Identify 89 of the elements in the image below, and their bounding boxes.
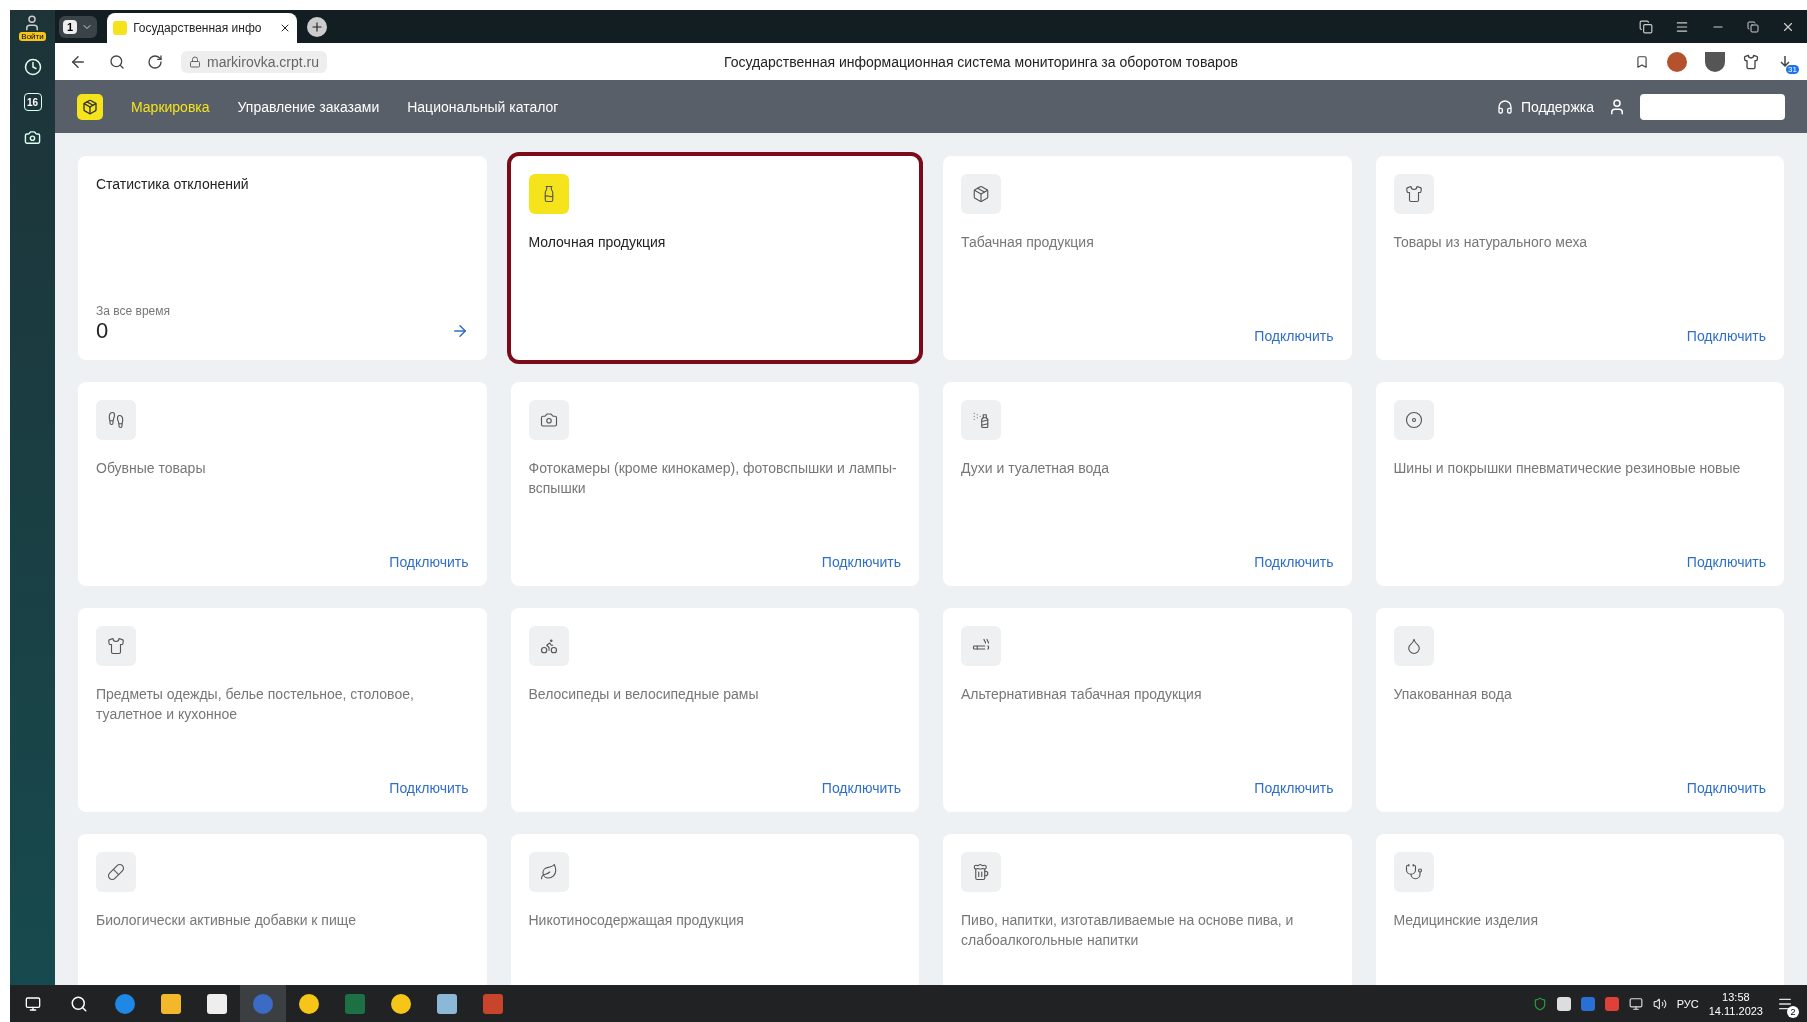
restore-icon[interactable] — [1747, 20, 1759, 33]
user-icon[interactable] — [1608, 97, 1626, 116]
plus-icon — [310, 20, 325, 34]
app-icon[interactable] — [391, 993, 411, 1014]
product-card[interactable]: Пиво, напитки, изготавливаемые на основе пива, и слабоалкогольные напитки — [943, 834, 1352, 985]
headset-icon — [1496, 98, 1513, 115]
connect-link[interactable]: Подключить — [821, 554, 901, 570]
tab-counter[interactable]: 1 — [59, 16, 98, 38]
card-title: Биологически активные добавки к пище — [96, 911, 357, 930]
search-icon[interactable] — [109, 53, 125, 70]
download-badge: 31 — [1786, 64, 1799, 74]
product-card[interactable]: Велосипеды и велосипедные рамы Подключить — [510, 608, 919, 812]
product-card[interactable]: Предметы одежды, белье постельное, столовое, туалетное и кухонное Подключить — [78, 608, 487, 812]
card-title: Молочная продукция — [528, 233, 667, 252]
card-title: Товары из натурального меха — [1393, 233, 1589, 252]
connect-link[interactable]: Подключить — [389, 780, 469, 796]
card-title: Пиво, напитки, изготавливаемые на основе пива, и слабоалкогольные напитки — [961, 911, 1295, 950]
tabs-icon[interactable] — [1639, 19, 1653, 34]
support-link[interactable]: Поддержка — [1496, 98, 1594, 115]
calendar-icon[interactable]: 16 — [23, 93, 42, 111]
reload-icon[interactable] — [147, 53, 163, 70]
tire-icon — [1404, 411, 1423, 429]
card-title: Никотиносодержащая продукция — [528, 911, 745, 930]
card-title: Шины и покрышки пневматические резиновые новые — [1393, 459, 1742, 478]
product-card[interactable]: Табачная продукция Подключить — [943, 156, 1352, 360]
product-card[interactable]: Биологически активные добавки к пище — [78, 834, 487, 985]
footprints-icon — [107, 411, 125, 429]
site-favicon — [113, 21, 128, 35]
connect-link[interactable]: Подключить — [1686, 554, 1766, 570]
product-card[interactable]: Медицинские изделия — [1375, 834, 1784, 985]
pills-icon — [107, 863, 125, 881]
page-title: Государственная информационная система мониторинга за оборотом товаров — [723, 53, 1239, 70]
card-title: Обувные товары — [96, 459, 207, 478]
product-card[interactable]: Альтернативная табачная продукция Подключить — [943, 608, 1352, 812]
tray-clock[interactable]: 13:58 14.11.2023 — [1708, 990, 1763, 1017]
connect-link[interactable]: Подключить — [389, 554, 469, 570]
shield-icon[interactable] — [1532, 996, 1547, 1011]
card-title: Упакованная вода — [1393, 685, 1513, 704]
card-title: Предметы одежды, белье постельное, столовое, туалетное и кухонное — [96, 685, 415, 724]
menu-icon[interactable] — [1675, 19, 1689, 34]
card-title: Духи и туалетная вода — [961, 459, 1110, 478]
notifications-button[interactable]: 2 — [1773, 991, 1797, 1016]
card-title: Фотокамеры (кроме кинокамер), фотовспышки и лампы-вспышки — [528, 459, 898, 498]
product-card[interactable]: Товары из натурального меха Подключить — [1375, 156, 1784, 360]
card-title: Велосипеды и велосипедные рамы — [528, 685, 760, 704]
stats-caption: За все время — [96, 304, 171, 318]
history-icon[interactable] — [23, 58, 42, 76]
connect-link[interactable]: Подключить — [1254, 328, 1334, 344]
app-icon[interactable] — [299, 993, 319, 1014]
bookmark-icon[interactable] — [1635, 54, 1649, 69]
shirt-icon — [107, 637, 125, 655]
nav-link[interactable]: Маркировка — [131, 98, 210, 115]
leaf-icon — [539, 863, 558, 881]
app-icon[interactable] — [437, 993, 457, 1014]
card-title: Медицинские изделия — [1393, 911, 1539, 930]
product-card[interactable]: Шины и покрышки пневматические резиновые новые Подключить — [1375, 382, 1784, 586]
stethoscope-icon — [1404, 863, 1423, 881]
product-card[interactable]: Никотиносодержащая продукция — [510, 834, 919, 985]
stats-value: 0 — [96, 318, 109, 344]
lock-icon — [189, 55, 201, 68]
screenshot-icon[interactable] — [24, 128, 41, 146]
tray-icon[interactable] — [1556, 996, 1571, 1011]
beer-mug-icon — [972, 863, 990, 881]
product-card[interactable]: Упакованная вода Подключить — [1375, 608, 1784, 812]
connect-link[interactable]: Подключить — [821, 780, 901, 796]
address-field[interactable]: markirovka.crpt.ru — [181, 50, 328, 73]
package-icon — [972, 185, 990, 203]
nav-link[interactable]: Управление заказами — [237, 98, 380, 115]
new-tab-button[interactable] — [307, 17, 328, 37]
product-card[interactable]: Фотокамеры (кроме кинокамер), фотовспышки и лампы-вспышки Подключить — [510, 382, 919, 586]
camera-icon — [539, 411, 558, 429]
connect-link[interactable]: Подключить — [1254, 554, 1334, 570]
connect-link[interactable]: Подключить — [1686, 328, 1766, 344]
nav-link[interactable]: Национальный каталог — [407, 98, 559, 115]
logo-icon[interactable] — [77, 93, 103, 120]
product-card[interactable]: Духи и туалетная вода Подключить — [943, 382, 1352, 586]
product-card[interactable]: Обувные товары Подключить — [78, 382, 487, 586]
browser-tab[interactable]: Государственная инфо — [107, 13, 298, 43]
connect-link[interactable]: Подключить — [1254, 780, 1334, 796]
sign-in-button[interactable]: Войти — [19, 32, 46, 41]
bicycle-icon — [539, 637, 558, 655]
language-indicator[interactable]: РУС — [1676, 997, 1699, 1010]
spray-bottle-icon — [972, 411, 990, 429]
card-title: Статистика отклонений — [96, 176, 250, 192]
url-text: markirovka.crpt.ru — [207, 53, 320, 70]
connect-link[interactable]: Подключить — [1686, 780, 1766, 796]
card-title: Табачная продукция — [961, 233, 1095, 252]
card-title: Альтернативная табачная продукция — [961, 685, 1203, 704]
volume-icon[interactable] — [1652, 996, 1667, 1011]
